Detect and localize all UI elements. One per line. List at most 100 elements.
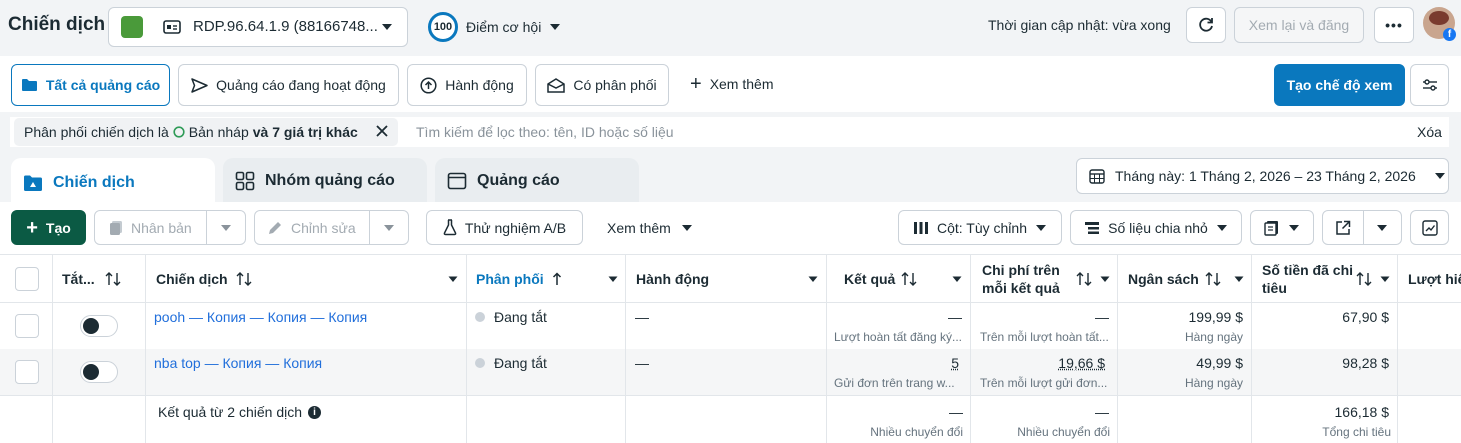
chevron-down-icon[interactable] <box>1380 276 1390 283</box>
filter-see-more-label: Xem thêm <box>709 76 774 92</box>
filter-all-ads[interactable]: Tất cả quảng cáo <box>11 64 170 106</box>
column-header-actions[interactable]: Hành động <box>636 255 818 303</box>
summary-spent-subtitle: Tổng chi tiêu <box>1322 425 1391 439</box>
campaign-name-link[interactable]: pooh — Копия — Копия — Копия <box>154 309 367 325</box>
column-divider <box>1397 255 1398 443</box>
chevron-down-icon[interactable] <box>808 276 818 283</box>
column-header-actions-label: Hành động <box>636 271 710 287</box>
edit-button[interactable]: Chỉnh sửa <box>254 210 409 245</box>
breakdown-icon <box>1084 221 1100 235</box>
reports-button[interactable] <box>1250 210 1314 245</box>
filter-active-ads[interactable]: Quảng cáo đang hoạt động <box>178 64 399 106</box>
column-header-budget[interactable]: Ngân sách <box>1128 255 1244 303</box>
column-divider <box>1251 255 1252 443</box>
row-checkbox[interactable] <box>15 360 39 384</box>
results-value[interactable]: 5 <box>834 355 959 371</box>
budget-value: 49,99 $ <box>1196 355 1243 371</box>
tab-ad-sets[interactable]: Nhóm quảng cáo <box>223 158 427 204</box>
column-header-delivery-label: Phân phối <box>476 271 544 287</box>
facebook-icon: f <box>1443 28 1456 41</box>
account-label: RDP.96.64.1.9 (88166748... <box>193 18 378 35</box>
chevron-down-icon[interactable] <box>220 224 232 232</box>
calendar-icon <box>1089 168 1105 184</box>
column-header-amount-spent[interactable]: Số tiền đã chi tiêu <box>1262 255 1390 303</box>
folder-icon <box>21 78 38 92</box>
tab-campaigns-label: Chiến dịch <box>53 174 135 191</box>
results-subtitle: Lượt hoàn tất đăng ký... <box>834 330 962 344</box>
create-label: Tạo <box>45 219 71 236</box>
avatar-shape <box>1429 11 1449 25</box>
more-options-button[interactable]: ••• <box>1374 7 1414 43</box>
campaign-toggle[interactable] <box>80 361 118 383</box>
cost-per-result-value[interactable]: 19,66 $ <box>980 355 1105 371</box>
column-header-delivery[interactable]: Phân phối <box>476 255 618 303</box>
review-publish-button[interactable]: Xem lại và đăng <box>1234 7 1364 43</box>
columns-button[interactable]: Cột: Tùy chỉnh <box>898 210 1062 245</box>
tab-campaigns[interactable]: Chiến dịch <box>11 158 215 208</box>
tab-ad-sets-label: Nhóm quảng cáo <box>265 172 395 189</box>
toggle-knob <box>83 318 99 334</box>
pencil-icon <box>267 220 283 236</box>
filter-chip[interactable]: Phân phối chiến dịch là Bản nháp và 7 gi… <box>14 118 398 146</box>
cost-per-result-subtitle: Trên mỗi lượt hoàn tất... <box>980 330 1109 344</box>
view-settings-button[interactable] <box>1410 64 1449 106</box>
export-button[interactable] <box>1322 210 1402 245</box>
budget-value: 199,99 $ <box>1188 309 1244 325</box>
chevron-down-icon[interactable] <box>608 276 618 283</box>
chevron-down-icon[interactable] <box>952 276 962 283</box>
account-selector[interactable]: RDP.96.64.1.9 (88166748... <box>108 7 408 47</box>
date-range-label: Tháng này: 1 Tháng 2, 2026 – 23 Tháng 2,… <box>1115 168 1416 184</box>
columns-label: Cột: Tùy chỉnh <box>936 219 1027 236</box>
chevron-down-icon[interactable] <box>1234 276 1244 283</box>
column-divider <box>52 255 53 443</box>
row-checkbox[interactable] <box>15 314 39 338</box>
date-range-picker[interactable]: Tháng này: 1 Tháng 2, 2026 – 23 Tháng 2,… <box>1076 158 1449 194</box>
column-divider <box>145 255 146 443</box>
campaign-toggle[interactable] <box>80 315 118 337</box>
column-divider <box>1117 255 1118 443</box>
column-divider <box>826 255 827 443</box>
refresh-button[interactable] <box>1186 7 1226 43</box>
create-button[interactable]: + Tạo <box>11 210 86 245</box>
select-all-checkbox[interactable] <box>15 267 39 291</box>
tab-ads[interactable]: Quảng cáo <box>435 158 639 204</box>
chart-button[interactable] <box>1410 210 1449 245</box>
column-header-reach[interactable]: Lượt hiể <box>1408 255 1461 303</box>
chevron-down-icon[interactable] <box>1100 276 1110 283</box>
duplicate-button[interactable]: Nhân bản <box>94 210 246 245</box>
chevron-down-icon <box>1216 224 1228 232</box>
chevron-down-icon[interactable] <box>448 276 458 283</box>
column-header-reach-label: Lượt hiể <box>1408 271 1461 287</box>
info-icon[interactable]: i <box>308 405 322 419</box>
search-input[interactable]: Tìm kiếm để lọc theo: tên, ID hoặc số li… <box>416 124 674 140</box>
status-dot-icon <box>475 312 485 322</box>
breakdown-label: Số liệu chia nhỏ <box>1108 219 1208 236</box>
close-icon[interactable] <box>375 124 389 138</box>
filter-see-more[interactable]: + Xem thêm <box>690 74 774 94</box>
campaign-folder-icon <box>23 174 43 192</box>
chevron-down-icon <box>1035 224 1047 232</box>
chevron-down-icon[interactable] <box>383 224 395 232</box>
column-header-results[interactable]: Kết quả <box>844 255 962 303</box>
sort-icon <box>901 272 917 286</box>
upload-circle-icon <box>420 76 437 94</box>
filter-chip-value: Bản nháp <box>188 124 249 140</box>
filter-has-delivery[interactable]: Có phân phối <box>535 64 669 106</box>
summary-spent-value: 166,18 $ <box>1334 404 1390 420</box>
send-icon <box>191 77 208 93</box>
opportunity-score[interactable]: 100 Điểm cơ hội <box>428 12 561 42</box>
summary-cost-value: — <box>1095 404 1109 420</box>
column-header-toggle[interactable]: Tắt... <box>62 255 121 303</box>
campaign-name-link[interactable]: nba top — Копия — Копия <box>154 355 322 371</box>
filter-actions[interactable]: Hành động <box>407 64 527 106</box>
create-view-button[interactable]: Tạo chế độ xem <box>1274 64 1405 106</box>
envelope-icon <box>547 77 566 93</box>
toolbar-more-button[interactable]: Xem thêm <box>607 220 693 236</box>
breakdown-button[interactable]: Số liệu chia nhỏ <box>1070 210 1242 245</box>
ab-test-button[interactable]: Thử nghiệm A/B <box>426 210 583 245</box>
column-header-cost-per-result[interactable]: Chi phí trên mỗi kết quả <box>982 255 1110 303</box>
chevron-down-icon[interactable] <box>1376 224 1388 232</box>
results-value: — <box>948 309 962 325</box>
column-header-campaign[interactable]: Chiến dịch <box>156 255 458 303</box>
clear-filters-link[interactable]: Xóa <box>1417 124 1442 140</box>
